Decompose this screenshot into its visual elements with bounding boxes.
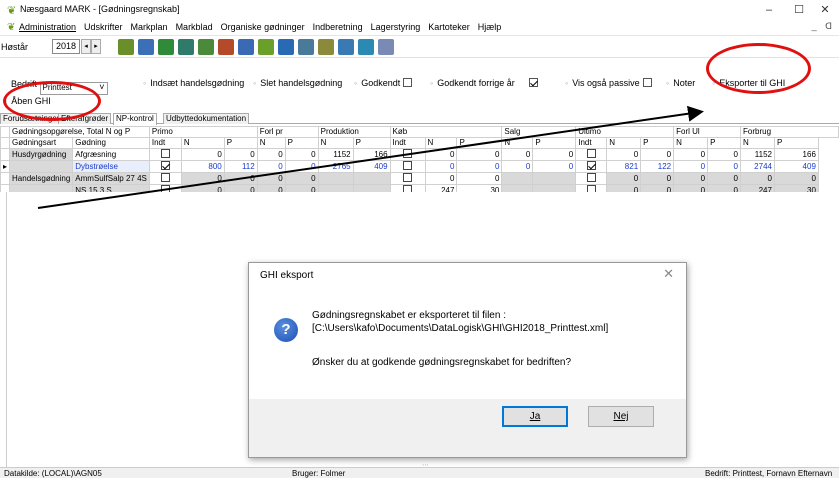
arrow-line bbox=[37, 105, 704, 209]
annotation-arrow bbox=[37, 105, 704, 209]
